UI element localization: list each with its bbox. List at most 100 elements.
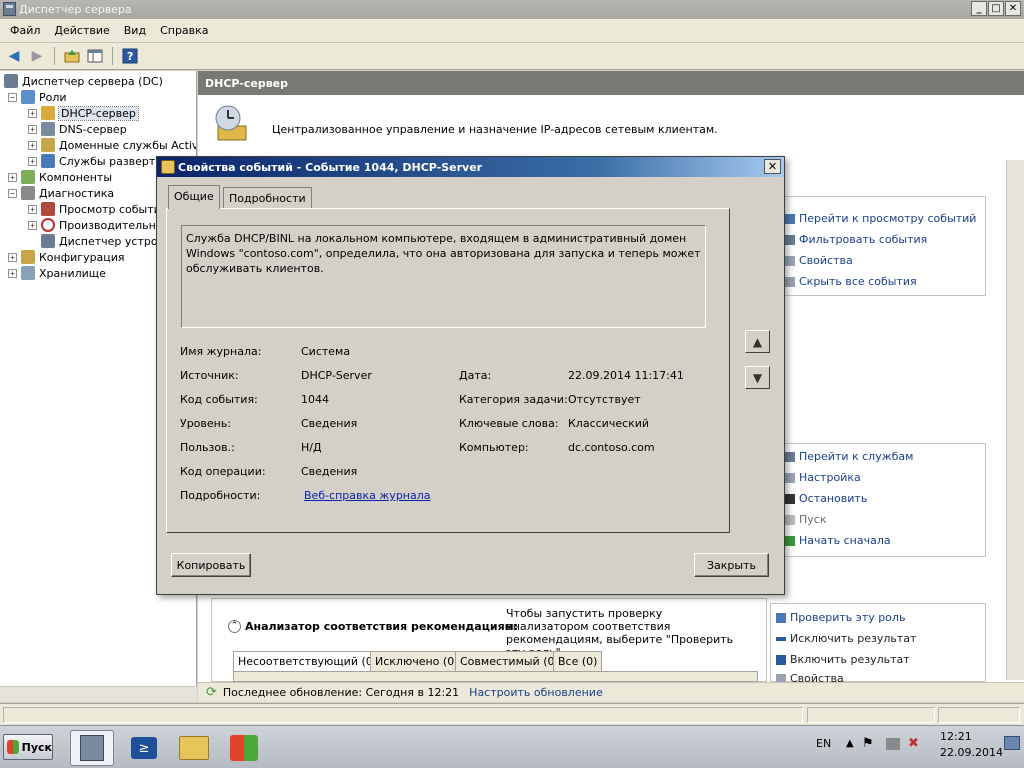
scan-role-link[interactable]: Проверить эту роль [776, 611, 905, 624]
minimize-button[interactable]: _ [971, 1, 987, 16]
tree-item-device-manager[interactable]: Диспетчер устрой [41, 233, 165, 249]
close-dialog-button[interactable]: Закрыть [694, 553, 769, 577]
taskbar-explorer[interactable] [172, 730, 216, 766]
tree-item-storage[interactable]: + Хранилище [8, 265, 106, 281]
expand-icon[interactable]: + [28, 140, 37, 150]
up-folder-icon[interactable] [62, 46, 82, 66]
tree-item-root[interactable]: Диспетчер сервера (DC) [4, 73, 163, 89]
collapse-section-icon[interactable]: ⌃ [228, 620, 241, 633]
tree-item-configuration[interactable]: + Конфигурация [8, 249, 125, 265]
refresh-status: ⟳ Последнее обновление: Сегодня в 12:21 … [198, 682, 1024, 702]
clock-time[interactable]: 12:21 [940, 730, 972, 743]
plus-icon [776, 654, 786, 665]
windows-flag-icon [230, 735, 258, 761]
event-viewer-icon [41, 202, 55, 216]
keywords-label: Ключевые слова: [459, 417, 559, 430]
show-hidden-icons[interactable]: ▲ [846, 738, 854, 749]
stop-service-link[interactable]: Остановить [785, 492, 867, 505]
collapse-icon[interactable]: − [8, 188, 17, 198]
tab-compliant[interactable]: Совместимый (0) [455, 651, 564, 671]
filter-events-link[interactable]: Фильтровать события [785, 233, 927, 246]
network-icon[interactable] [886, 738, 900, 750]
tree-item-dns[interactable]: + DNS-сервер [28, 121, 127, 137]
event-message[interactable]: Служба DHCP/BINL на локальном компьютере… [181, 225, 706, 328]
event-properties-dialog: Свойства событий - Событие 1044, DHCP-Se… [156, 156, 785, 595]
tree-item-events[interactable]: + Просмотр событий [28, 201, 168, 217]
tree-item-diagnostics[interactable]: − Диагностика [8, 185, 114, 201]
clock-date[interactable]: 22.09.2014 [940, 746, 1003, 759]
restart-icon [785, 535, 795, 546]
expand-icon[interactable]: + [28, 204, 37, 214]
opcode-value: Сведения [301, 465, 358, 478]
event-id-label: Код события: [180, 393, 258, 406]
configure-refresh-link[interactable]: Настроить обновление [469, 686, 603, 699]
tab-excluded[interactable]: Исключено (0) [370, 651, 464, 671]
expand-icon[interactable]: + [28, 220, 37, 230]
menu-file[interactable]: Файл [3, 24, 47, 37]
event-properties-link[interactable]: Свойства [785, 254, 853, 267]
go-to-services-link[interactable]: Перейти к службам [785, 450, 913, 463]
tree-item-rds[interactable]: + Службы разверть [28, 153, 162, 169]
expand-icon[interactable]: + [28, 124, 37, 134]
show-desktop-button[interactable] [1004, 736, 1020, 750]
tree-item-performance[interactable]: + Производительно [28, 217, 163, 233]
previous-event-button[interactable]: ▲ [745, 330, 770, 353]
tree-item-components[interactable]: + Компоненты [8, 169, 112, 185]
taskbar-powershell[interactable]: ≥ [122, 730, 166, 766]
expand-icon[interactable]: + [28, 156, 37, 166]
expand-icon[interactable]: + [8, 172, 17, 182]
restart-service-link[interactable]: Начать сначала [785, 534, 891, 547]
start-button[interactable]: Пуск [3, 734, 53, 760]
action-center-flag-icon[interactable]: ⚑ [862, 736, 874, 751]
show-hide-console-tree-icon[interactable] [85, 46, 105, 66]
expand-icon[interactable]: + [8, 252, 17, 262]
help-icon[interactable]: ? [120, 46, 140, 66]
bpa-properties-link[interactable]: Свойства [776, 674, 844, 682]
taskbar-windows-update[interactable] [222, 730, 266, 766]
start-service-link[interactable]: Пуск [785, 513, 826, 526]
copy-button[interactable]: Копировать [171, 553, 251, 577]
last-update-text: Последнее обновление: Сегодня в 12:21 [222, 686, 460, 699]
tree-item-roles[interactable]: − Роли [8, 89, 67, 105]
configure-service-link[interactable]: Настройка [785, 471, 861, 484]
windows-logo-icon [7, 740, 19, 754]
dialog-title: Свойства событий - Событие 1044, DHCP-Se… [157, 157, 784, 177]
next-event-button[interactable]: ▼ [745, 366, 770, 389]
tab-general[interactable]: Общие [168, 185, 220, 209]
volume-muted-icon[interactable]: ✖ [908, 736, 919, 751]
exclude-result-link[interactable]: Исключить результат [776, 632, 916, 645]
taskbar-server-manager[interactable] [70, 730, 114, 766]
back-arrow-icon[interactable]: ◀ [4, 46, 24, 66]
close-button[interactable]: ✕ [1005, 1, 1021, 16]
toolbar: ◀ ▶ ? [0, 43, 1024, 70]
menu-view[interactable]: Вид [117, 24, 153, 37]
deployment-services-icon [41, 154, 55, 168]
event-log-help-link[interactable]: Веб-справка журнала [304, 489, 431, 502]
log-name-label: Имя журнала: [180, 345, 262, 358]
tab-all[interactable]: Все (0) [553, 651, 603, 671]
language-indicator[interactable]: EN [816, 737, 831, 750]
roles-icon [21, 90, 35, 104]
include-result-link[interactable]: Включить результат [776, 653, 910, 666]
active-directory-icon [41, 138, 55, 152]
dhcp-role-icon [212, 104, 252, 148]
dialog-close-button[interactable]: ✕ [764, 159, 781, 174]
refresh-icon[interactable]: ⟳ [206, 685, 217, 700]
expand-icon[interactable]: + [28, 108, 37, 118]
hide-all-events-link[interactable]: Скрыть все события [785, 275, 917, 288]
expand-icon[interactable]: + [8, 268, 17, 278]
go-to-events-link[interactable]: Перейти к просмотру событий [785, 212, 976, 225]
maximize-button[interactable]: □ [988, 1, 1004, 16]
tree-item-dhcp[interactable]: + DHCP-сервер [28, 105, 139, 121]
forward-arrow-icon[interactable]: ▶ [27, 46, 47, 66]
dhcp-icon [41, 106, 55, 120]
details-vertical-scrollbar[interactable] [1006, 160, 1024, 680]
menu-help[interactable]: Справка [153, 24, 215, 37]
tree-item-ad[interactable]: + Доменные службы Active [28, 137, 196, 153]
tab-details[interactable]: Подробности [223, 187, 312, 209]
tab-noncompliant[interactable]: Несоответствующий (0) [233, 651, 383, 671]
tree-horizontal-scrollbar[interactable] [0, 686, 197, 702]
menu-action[interactable]: Действие [47, 24, 116, 37]
folder-icon [179, 736, 209, 760]
collapse-icon[interactable]: − [8, 92, 17, 102]
